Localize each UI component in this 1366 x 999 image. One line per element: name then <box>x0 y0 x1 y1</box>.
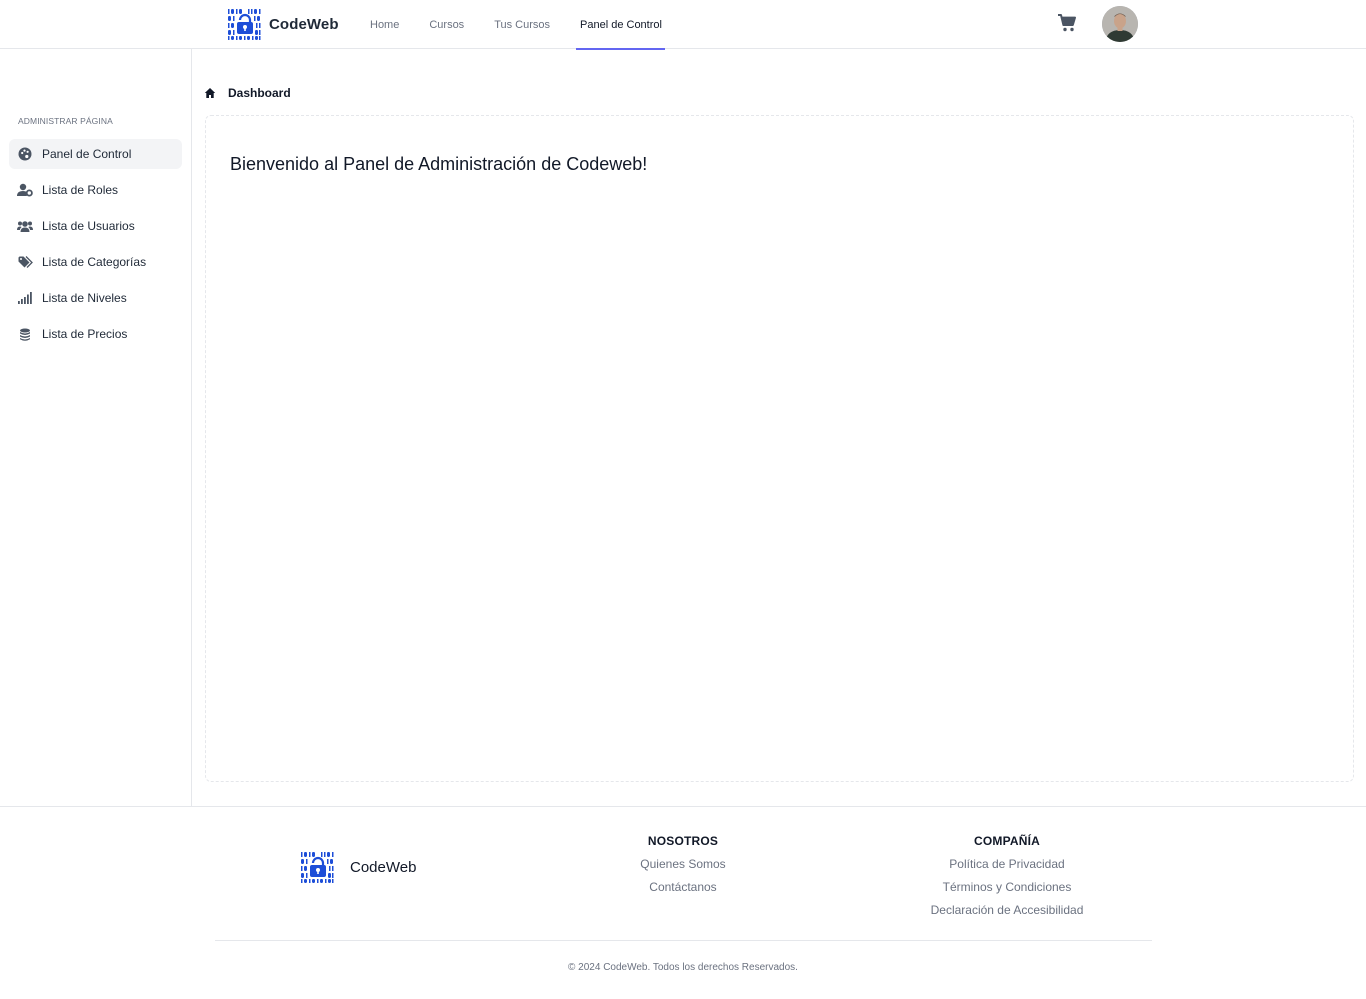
dashboard-content: Bienvenido al Panel de Administración de… <box>205 115 1354 782</box>
sidebar-item-lista-de-precios[interactable]: Lista de Precios <box>9 319 182 349</box>
brand[interactable]: CodeWeb <box>227 7 339 41</box>
footer: CodeWeb NOSOTROS Quienes Somos Contáctan… <box>0 806 1366 999</box>
brand-logo-icon <box>227 7 263 41</box>
footer-divider <box>215 940 1152 941</box>
sidebar-item-panel-de-control[interactable]: Panel de Control <box>9 139 182 169</box>
user-gear-icon <box>17 182 33 198</box>
footer-brand[interactable]: CodeWeb <box>300 850 416 884</box>
nav-link-home[interactable]: Home <box>370 0 399 49</box>
footer-brand-name: CodeWeb <box>350 858 417 876</box>
copyright-text: © 2024 CodeWeb. Todos los derechos Reser… <box>568 962 798 973</box>
admin-sidebar: ADMINISTRAR PÁGINA Panel de Control List… <box>0 49 192 806</box>
sidebar-item-lista-de-usuarios[interactable]: Lista de Usuarios <box>9 211 182 241</box>
sidebar-item-label: Lista de Roles <box>42 183 119 197</box>
sidebar-item-label: Panel de Control <box>42 147 132 161</box>
footer-column-compania: COMPAÑÍA Política de Privacidad Términos… <box>907 834 1107 926</box>
footer-logo-icon <box>300 850 336 884</box>
tags-icon <box>17 254 33 270</box>
home-icon[interactable] <box>204 87 216 99</box>
user-avatar[interactable] <box>1102 6 1138 42</box>
users-icon <box>17 218 33 234</box>
nav-link-tus-cursos[interactable]: Tus Cursos <box>494 0 550 49</box>
footer-column-title: COMPAÑÍA <box>973 834 1041 848</box>
avatar-image <box>1102 6 1138 42</box>
footer-link-contactanos[interactable]: Contáctanos <box>583 880 783 894</box>
welcome-heading: Bienvenido al Panel de Administración de… <box>230 154 648 174</box>
nav-link-cursos[interactable]: Cursos <box>429 0 464 49</box>
top-navbar: CodeWeb Home Cursos Tus Cursos Panel de … <box>0 0 1366 50</box>
sidebar-section-title: ADMINISTRAR PÁGINA <box>18 116 113 126</box>
sidebar-item-label: Lista de Precios <box>42 327 128 341</box>
main-nav: Home Cursos Tus Cursos Panel de Control <box>370 0 692 50</box>
breadcrumb: Dashboard <box>204 86 291 100</box>
footer-column-nosotros: NOSOTROS Quienes Somos Contáctanos <box>583 834 783 903</box>
footer-column-title: NOSOTROS <box>647 834 719 848</box>
breadcrumb-current: Dashboard <box>228 86 291 100</box>
coins-icon <box>17 326 33 342</box>
sidebar-item-label: Lista de Niveles <box>42 291 127 305</box>
sidebar-item-label: Lista de Categorías <box>42 255 147 269</box>
sidebar-item-label: Lista de Usuarios <box>42 219 135 233</box>
sidebar-item-lista-de-categorias[interactable]: Lista de Categorías <box>9 247 182 277</box>
footer-link-quienes-somos[interactable]: Quienes Somos <box>583 857 783 871</box>
signal-bars-icon <box>17 290 33 306</box>
footer-link-politica-privacidad[interactable]: Política de Privacidad <box>907 857 1107 871</box>
nav-link-panel-de-control[interactable]: Panel de Control <box>576 0 665 50</box>
palette-icon <box>17 146 33 162</box>
sidebar-menu: Panel de Control Lista de Roles Lista de… <box>9 139 182 355</box>
sidebar-item-lista-de-niveles[interactable]: Lista de Niveles <box>9 283 182 313</box>
brand-name: CodeWeb <box>269 15 339 33</box>
footer-link-terminos-condiciones[interactable]: Términos y Condiciones <box>907 880 1107 894</box>
shopping-cart-icon[interactable] <box>1057 13 1077 33</box>
footer-link-accesibilidad[interactable]: Declaración de Accesibilidad <box>907 903 1107 917</box>
sidebar-item-lista-de-roles[interactable]: Lista de Roles <box>9 175 182 205</box>
